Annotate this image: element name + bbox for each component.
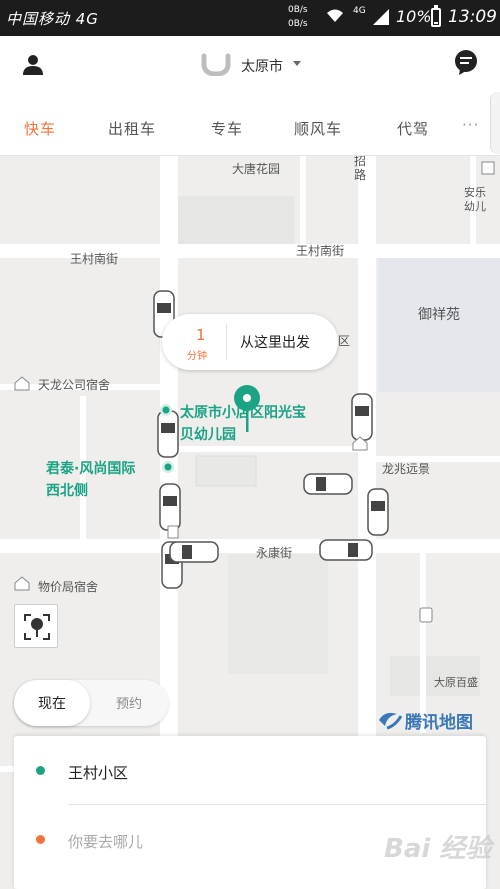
map-label-wangcun-south-left: 王村南街 bbox=[70, 252, 119, 266]
locate-button[interactable] bbox=[14, 604, 58, 648]
map-label-tianlong-dorm: 天龙公司宿舍 bbox=[38, 378, 111, 392]
tencent-map-logo-icon bbox=[379, 712, 403, 730]
start-here-button[interactable]: 从这里出发 bbox=[240, 332, 310, 352]
message-icon[interactable] bbox=[454, 50, 478, 76]
destination-input[interactable]: 你要去哪儿 bbox=[68, 831, 143, 852]
tab-premier[interactable]: 专车 bbox=[211, 118, 243, 139]
service-tabs: 快车 出租车 专车 顺风车 代驾 ··· bbox=[0, 92, 500, 156]
pickup-pin-icon[interactable] bbox=[232, 384, 262, 436]
tab-designated-driver[interactable]: 代驾 bbox=[397, 118, 429, 139]
poi-junta-line1[interactable]: 君泰·风尚国际 bbox=[46, 458, 135, 478]
poi-junta-line2[interactable]: 西北侧 bbox=[46, 480, 88, 500]
bubble-divider bbox=[226, 324, 227, 360]
address-panel: 王村小区 你要去哪儿 bbox=[14, 736, 486, 889]
car-icon bbox=[351, 393, 373, 441]
battery-icon bbox=[431, 5, 441, 27]
map-label-district-fragment: 区 bbox=[338, 334, 351, 348]
time-toggle: 现在 预约 bbox=[14, 680, 168, 726]
pickup-bubble[interactable]: 1 分钟 从这里出发 bbox=[162, 314, 338, 370]
map-label-longzhao-yuan: 龙兆远景 bbox=[382, 462, 431, 476]
now-label: 现在 bbox=[38, 696, 66, 712]
map-label-road-top: 路 bbox=[354, 168, 367, 182]
chevron-down-icon[interactable] bbox=[293, 61, 301, 66]
clock: 13:09 bbox=[448, 7, 497, 27]
car-icon bbox=[319, 539, 373, 561]
bus-stop-icon bbox=[167, 525, 179, 539]
tab-taxi[interactable]: 出租车 bbox=[108, 118, 156, 139]
map-label-wujia-dorm: 物价局宿舍 bbox=[38, 580, 99, 594]
from-address[interactable]: 王村小区 bbox=[68, 762, 128, 783]
address-divider bbox=[68, 804, 486, 805]
map-attribution: 腾讯地图 bbox=[405, 713, 473, 733]
network-speed: 0B/s 0B/s bbox=[288, 3, 308, 31]
didi-logo-icon bbox=[201, 53, 231, 76]
app-header: 太原市 bbox=[0, 36, 500, 92]
home-icon bbox=[14, 576, 30, 591]
tab-express[interactable]: 快车 bbox=[24, 118, 56, 139]
map-label-datang-garden: 大唐花园 bbox=[232, 162, 281, 176]
wifi-icon bbox=[327, 9, 343, 22]
school-icon bbox=[481, 161, 495, 175]
signal-icon bbox=[373, 9, 389, 25]
tab-hitch[interactable]: 顺风车 bbox=[294, 118, 342, 139]
poi-kindergarten-line2[interactable]: 贝幼儿园 bbox=[180, 424, 236, 444]
status-bar: 中国移动 4G 0B/s 0B/s 4G 10% 13:09 bbox=[0, 0, 500, 36]
map-label-wangcun-south-right: 王村南街 bbox=[296, 244, 345, 258]
map-label-anle-kindergarten: 安乐幼儿 bbox=[464, 186, 486, 213]
now-option[interactable]: 现在 bbox=[14, 680, 90, 726]
more-tabs-icon[interactable]: ··· bbox=[462, 116, 479, 134]
net-down-speed: 0B/s bbox=[288, 19, 308, 29]
gas-station-icon bbox=[419, 607, 433, 623]
car-icon bbox=[169, 541, 219, 563]
watermark: Bai 经验 bbox=[384, 834, 492, 864]
locate-icon bbox=[24, 614, 50, 640]
eta-minutes: 1 bbox=[196, 326, 206, 344]
map-label-yongkang-street: 永康街 bbox=[256, 546, 293, 560]
from-dot-icon bbox=[36, 766, 45, 775]
network-type: 4G bbox=[353, 6, 366, 16]
car-icon bbox=[157, 410, 179, 458]
to-dot-icon bbox=[36, 835, 45, 844]
net-up-speed: 0B/s bbox=[288, 5, 308, 15]
map-label-yuxiang-garden: 御祥苑 bbox=[418, 307, 460, 323]
book-option[interactable]: 预约 bbox=[116, 693, 142, 712]
car-icon bbox=[367, 488, 389, 536]
eta-unit: 分钟 bbox=[187, 351, 207, 362]
map-label-taiyuan-baicheng: 大原百盛 bbox=[434, 676, 478, 689]
battery-percent: 10% bbox=[396, 7, 432, 26]
user-icon[interactable] bbox=[22, 54, 44, 76]
home-icon bbox=[14, 376, 30, 391]
car-icon bbox=[159, 483, 181, 531]
car-icon bbox=[303, 473, 353, 495]
city-selector[interactable]: 太原市 bbox=[241, 56, 283, 76]
side-panel-edge[interactable] bbox=[490, 92, 500, 154]
carrier-label: 中国移动 4G bbox=[6, 10, 99, 28]
